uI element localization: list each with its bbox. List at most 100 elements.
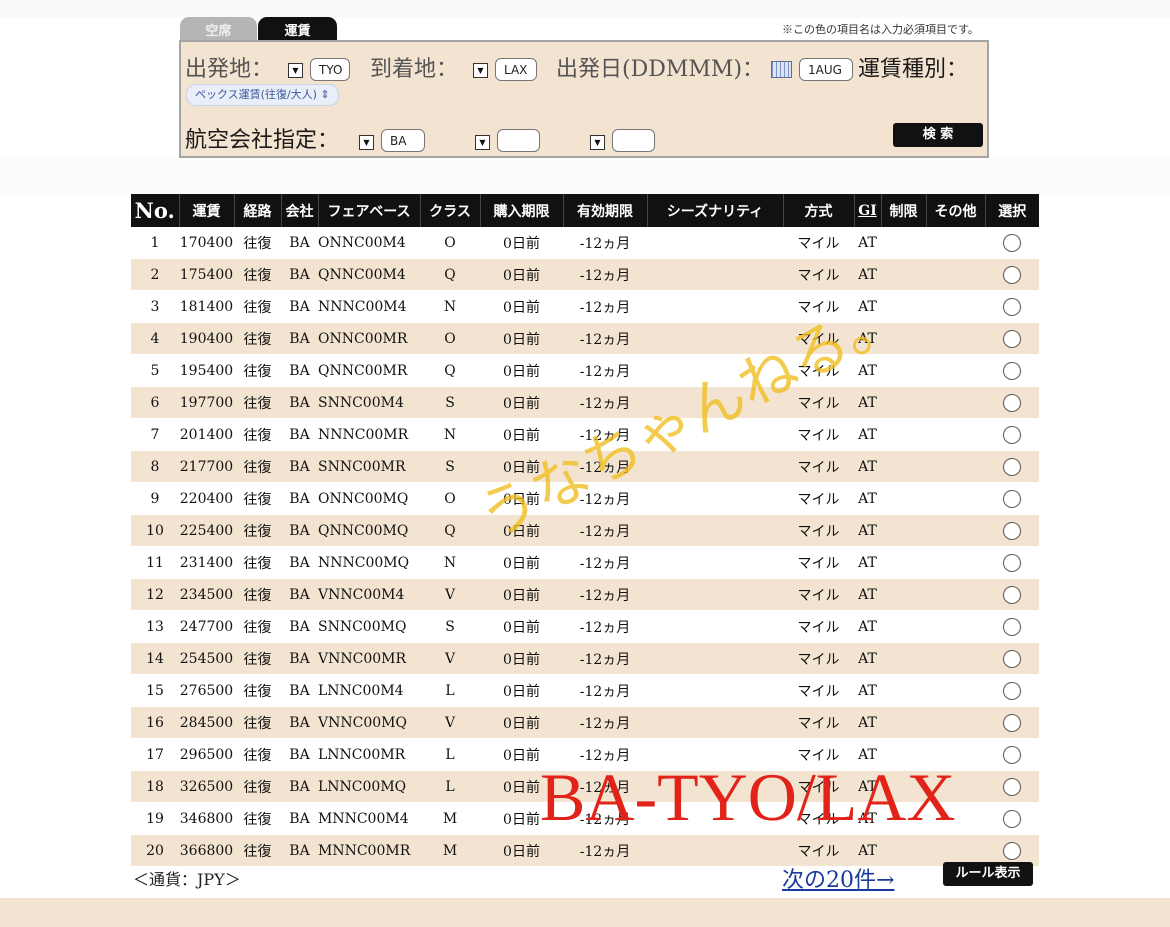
row-number-cell: 20 — [131, 834, 179, 867]
origin-label: 出発地： — [185, 57, 274, 82]
booking-class-cell: V — [420, 642, 480, 675]
fare-basis-cell: NNNC00M4 — [318, 290, 420, 323]
fare-basis-cell: QNNC00MQ — [318, 514, 420, 547]
other-cell — [926, 610, 985, 643]
route-type-cell: 往復 — [234, 258, 281, 291]
select-radio[interactable] — [1003, 425, 1021, 444]
seasonality-cell — [647, 386, 783, 419]
seasonality-cell — [647, 770, 783, 803]
date-input[interactable]: 1AUG — [799, 58, 853, 81]
airline-code-cell: BA — [281, 674, 318, 707]
booking-class-cell: M — [420, 802, 480, 835]
select-radio[interactable] — [1003, 617, 1021, 636]
restriction-cell — [881, 227, 926, 259]
select-radio[interactable] — [1003, 329, 1021, 348]
select-radio[interactable] — [1003, 233, 1021, 252]
select-cell — [985, 738, 1039, 771]
select-radio[interactable] — [1003, 393, 1021, 412]
other-cell — [926, 450, 985, 483]
origin-input[interactable]: TYO — [310, 58, 350, 81]
gi-value-cell: AT — [854, 610, 881, 643]
gi-value-cell: AT — [854, 322, 881, 355]
dropdown-icon[interactable]: ▼ — [359, 135, 374, 150]
select-radio[interactable] — [1003, 553, 1021, 572]
fare-basis-cell: VNNC00MQ — [318, 706, 420, 739]
purchase-deadline-cell: 0日前 — [480, 706, 563, 739]
dropdown-icon[interactable]: ▼ — [590, 135, 605, 150]
purchase-deadline-cell: 0日前 — [480, 418, 563, 451]
fare-amount-cell: 170400 — [179, 227, 234, 259]
airline-code-cell: BA — [281, 386, 318, 419]
search-panel: 出発地： ▼ TYO 到着地： ▼ LAX 出発日(DDMMM)： 1AUG 運… — [179, 40, 989, 158]
select-radio[interactable] — [1003, 297, 1021, 316]
method-cell: マイル — [783, 482, 854, 515]
airline-input-1[interactable]: BA — [381, 129, 425, 152]
calendar-icon[interactable] — [771, 61, 792, 78]
airline-input-2[interactable] — [497, 129, 540, 152]
select-radio[interactable] — [1003, 521, 1021, 540]
dropdown-icon[interactable]: ▼ — [473, 63, 488, 78]
select-radio[interactable] — [1003, 809, 1021, 828]
other-cell — [926, 802, 985, 835]
other-cell — [926, 738, 985, 771]
validity-cell: -12ヵ月 — [563, 386, 647, 419]
select-radio[interactable] — [1003, 841, 1021, 860]
col-header: 選択 — [985, 194, 1039, 227]
select-radio[interactable] — [1003, 585, 1021, 604]
select-radio[interactable] — [1003, 489, 1021, 508]
tab-vacancy[interactable]: 空席 — [180, 17, 257, 41]
gi-value-cell: AT — [854, 770, 881, 803]
other-cell — [926, 322, 985, 355]
date-label: 出発日(DDMMM)： — [556, 57, 765, 82]
gi-value-cell: AT — [854, 258, 881, 291]
route-type-cell: 往復 — [234, 514, 281, 547]
validity-cell: -12ヵ月 — [563, 802, 647, 835]
destination-input[interactable]: LAX — [495, 58, 537, 81]
tab-fare[interactable]: 運賃 — [258, 17, 337, 41]
row-number-cell: 17 — [131, 738, 179, 771]
search-button[interactable]: 検 索 — [893, 123, 983, 147]
airline-input-3[interactable] — [612, 129, 655, 152]
purchase-deadline-cell: 0日前 — [480, 674, 563, 707]
booking-class-cell: S — [420, 610, 480, 643]
select-radio[interactable] — [1003, 681, 1021, 700]
gi-value-cell: AT — [854, 418, 881, 451]
rule-display-button[interactable]: ルール表示 — [943, 862, 1033, 886]
other-cell — [926, 706, 985, 739]
select-radio[interactable] — [1003, 713, 1021, 732]
select-cell — [985, 706, 1039, 739]
booking-class-cell: O — [420, 482, 480, 515]
fare-type-select[interactable]: ペックス運賃(往復/大人) ⇕ — [186, 84, 339, 106]
select-radio[interactable] — [1003, 745, 1021, 764]
dropdown-icon[interactable]: ▼ — [288, 63, 303, 78]
next-page-link[interactable]: 次の20件→ — [782, 862, 894, 894]
route-type-cell: 往復 — [234, 546, 281, 579]
col-header: クラス — [420, 194, 481, 227]
seasonality-cell — [647, 514, 783, 547]
table-row: 13 247700 往復 BA SNNC00MQ S 0日前 -12ヵ月 マイル AT — [131, 610, 1039, 643]
select-cell — [985, 418, 1039, 451]
gi-header-link[interactable]: GI — [854, 194, 882, 227]
booking-class-cell: V — [420, 706, 480, 739]
booking-class-cell: M — [420, 834, 480, 867]
restriction-cell — [881, 642, 926, 675]
select-radio[interactable] — [1003, 649, 1021, 668]
select-radio[interactable] — [1003, 361, 1021, 380]
table-row: 6 197700 往復 BA SNNC00M4 S 0日前 -12ヵ月 マイル AT — [131, 386, 1039, 419]
row-number-cell: 18 — [131, 770, 179, 803]
route-type-cell: 往復 — [234, 738, 281, 771]
restriction-cell — [881, 290, 926, 323]
select-radio[interactable] — [1003, 265, 1021, 284]
route-type-cell: 往復 — [234, 706, 281, 739]
seasonality-cell — [647, 578, 783, 611]
row-number-cell: 5 — [131, 354, 179, 387]
purchase-deadline-cell: 0日前 — [480, 354, 563, 387]
airline-code-cell: BA — [281, 227, 318, 259]
select-radio[interactable] — [1003, 777, 1021, 796]
dropdown-icon[interactable]: ▼ — [475, 135, 490, 150]
select-radio[interactable] — [1003, 457, 1021, 476]
required-note: ※この色の項目名は入力必須項目です。 — [782, 23, 979, 36]
route-type-cell: 往復 — [234, 290, 281, 323]
fare-basis-cell: VNNC00M4 — [318, 578, 420, 611]
restriction-cell — [881, 258, 926, 291]
